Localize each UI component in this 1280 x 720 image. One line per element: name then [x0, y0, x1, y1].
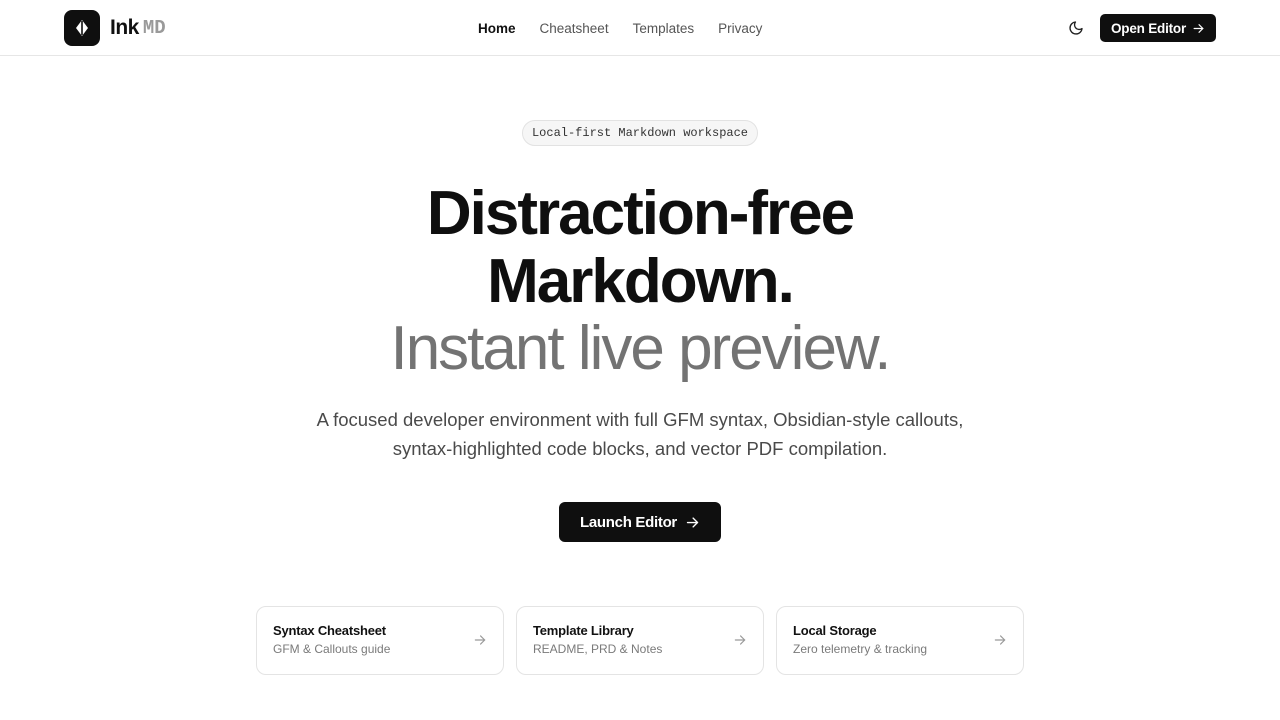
card-local-storage[interactable]: Local Storage Zero telemetry & tracking — [776, 606, 1024, 675]
card-syntax-cheatsheet[interactable]: Syntax Cheatsheet GFM & Callouts guide — [256, 606, 504, 675]
subtitle-line-1: A focused developer environment with ful… — [316, 409, 964, 430]
theme-toggle-button[interactable] — [1064, 16, 1088, 40]
brand-name: Ink — [110, 16, 139, 39]
arrow-right-icon — [734, 635, 746, 645]
launch-editor-label: Launch Editor — [580, 513, 677, 531]
moon-icon — [1069, 21, 1083, 35]
brand-logo[interactable]: Ink MD — [64, 10, 166, 46]
card-title: Syntax Cheatsheet — [273, 623, 386, 638]
hero-subtitle: A focused developer environment with ful… — [290, 405, 990, 463]
brand-suffix: MD — [142, 17, 166, 39]
main-nav: Home Cheatsheet Templates Privacy — [478, 0, 762, 56]
arrow-right-icon — [994, 635, 1006, 645]
ink-drop-icon — [64, 10, 100, 46]
top-navbar: Ink MD Home Cheatsheet Templates Privacy… — [0, 0, 1280, 56]
arrow-right-icon — [474, 635, 486, 645]
launch-editor-button[interactable]: Launch Editor — [559, 502, 721, 542]
card-template-library[interactable]: Template Library README, PRD & Notes — [516, 606, 764, 675]
card-title: Template Library — [533, 623, 634, 638]
nav-item-templates[interactable]: Templates — [633, 21, 695, 36]
card-description: GFM & Callouts guide — [273, 642, 391, 656]
nav-item-cheatsheet[interactable]: Cheatsheet — [540, 21, 609, 36]
arrow-right-icon — [686, 516, 699, 528]
card-description: Zero telemetry & tracking — [793, 642, 928, 656]
card-description: README, PRD & Notes — [533, 642, 663, 656]
arrow-right-icon — [1193, 23, 1204, 33]
card-title: Local Storage — [793, 623, 877, 638]
open-editor-label: Open Editor — [1110, 20, 1187, 36]
headline-line-2: Markdown. — [487, 247, 795, 316]
headline-line-1: Distraction-free — [426, 179, 855, 248]
nav-item-home[interactable]: Home — [478, 21, 516, 36]
tagline-badge: Local-first Markdown workspace — [522, 120, 758, 146]
open-editor-button[interactable]: Open Editor — [1100, 14, 1216, 42]
nav-item-privacy[interactable]: Privacy — [718, 21, 762, 36]
subtitle-line-2: syntax-highlighted code blocks, and vect… — [392, 438, 888, 459]
headline-line-3: Instant live preview. — [390, 314, 891, 383]
